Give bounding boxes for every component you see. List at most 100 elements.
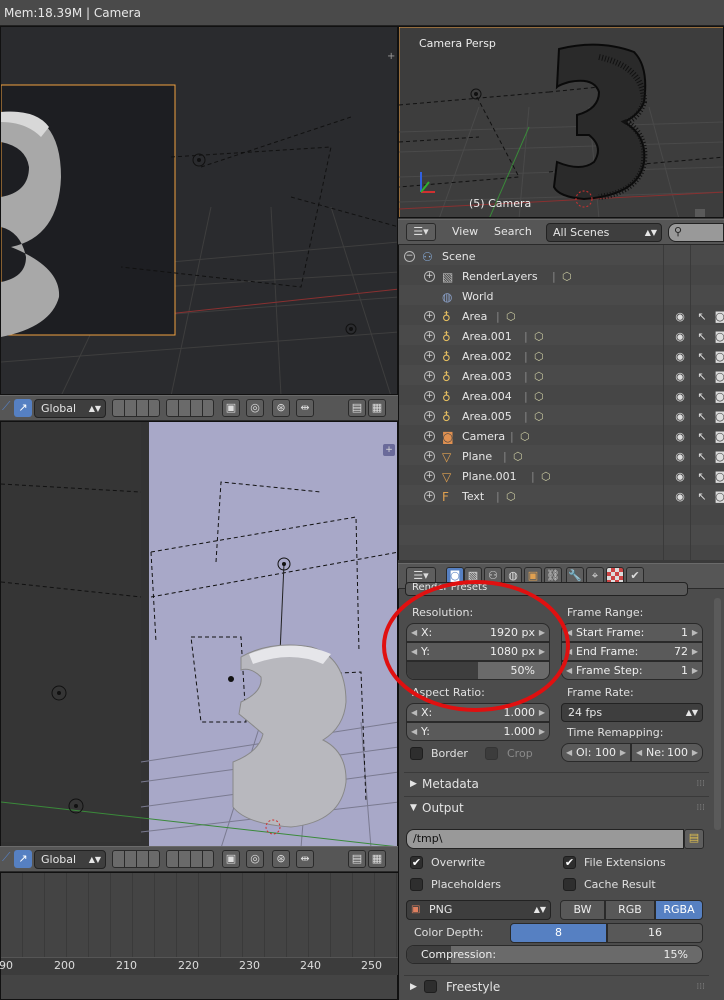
compression-slider[interactable]: Compression: 15%: [406, 945, 703, 964]
view-menu[interactable]: View: [452, 225, 478, 238]
camera-viewport[interactable]: Camera Persp (5) Camera: [398, 26, 724, 218]
renderable-camera-icon[interactable]: ◙: [714, 330, 724, 344]
renderable-camera-icon[interactable]: ◙: [714, 410, 724, 424]
snap-element-icon[interactable]: ⇹: [296, 850, 314, 868]
drag-handle-icon[interactable]: ⁞⁞⁞: [696, 797, 705, 819]
selectable-cursor-icon[interactable]: ↖: [696, 330, 708, 344]
object-data-icon[interactable]: ⬡: [520, 427, 530, 447]
object-data-icon[interactable]: ⬡: [534, 387, 544, 407]
frame-rate-select[interactable]: 24 fps ▲▼: [561, 703, 703, 722]
search-menu[interactable]: Search: [494, 225, 532, 238]
color-mode-bw-button[interactable]: BW: [560, 900, 605, 920]
visibility-eye-icon[interactable]: ◉: [674, 450, 686, 464]
end-frame-field[interactable]: ◀ End Frame: 72 ▶: [561, 642, 703, 661]
border-checkbox[interactable]: [410, 747, 423, 760]
render-presets-select[interactable]: Render Presets: [405, 582, 688, 596]
expand-icon[interactable]: +: [424, 411, 435, 422]
outliner-search-input[interactable]: ⚲: [668, 223, 724, 242]
crop-checkbox[interactable]: [485, 747, 498, 760]
editor-type-icon[interactable]: ☰▾: [406, 223, 436, 241]
color-mode-rgb-button[interactable]: RGB: [605, 900, 655, 920]
layers-grid-2[interactable]: [166, 399, 214, 417]
object-data-icon[interactable]: ⬡: [513, 447, 523, 467]
object-data-icon[interactable]: ⬡: [506, 487, 516, 507]
scene-filter-select[interactable]: All Scenes ▲▼: [546, 223, 662, 242]
outliner-item-area-005[interactable]: + ♁ Area.005 | ⬡ ◉ ↖ ◙: [400, 407, 724, 427]
selectable-cursor-icon[interactable]: ↖: [696, 390, 708, 404]
object-data-icon[interactable]: ⬡: [534, 407, 544, 427]
layers-grid-1[interactable]: [112, 850, 160, 868]
renderable-camera-icon[interactable]: ◙: [714, 310, 724, 324]
visibility-eye-icon[interactable]: ◉: [674, 410, 686, 424]
renderable-camera-icon[interactable]: ◙: [714, 350, 724, 364]
renderable-camera-icon[interactable]: ◙: [714, 470, 724, 484]
lock-camera-icon[interactable]: ▣: [222, 850, 240, 868]
overwrite-checkbox[interactable]: ✔: [410, 856, 423, 869]
pivot-icon[interactable]: ⟋: [2, 850, 12, 868]
freestyle-checkbox[interactable]: [424, 980, 437, 993]
expand-icon[interactable]: +: [424, 311, 435, 322]
object-data-icon[interactable]: ⬡: [534, 327, 544, 347]
selectable-cursor-icon[interactable]: ↖: [696, 490, 708, 504]
render-icon[interactable]: ▤: [348, 399, 366, 417]
transform-manipulator-icon[interactable]: ↗: [14, 399, 32, 417]
visibility-eye-icon[interactable]: ◉: [674, 470, 686, 484]
visibility-eye-icon[interactable]: ◉: [674, 370, 686, 384]
selectable-cursor-icon[interactable]: ↖: [696, 370, 708, 384]
renderable-camera-icon[interactable]: ◙: [714, 430, 724, 444]
visibility-eye-icon[interactable]: ◉: [674, 390, 686, 404]
properties-scrollbar[interactable]: [714, 598, 721, 830]
viewport-corner-widget[interactable]: +: [383, 444, 395, 456]
output-panel-header[interactable]: ▼ Output ⁞⁞⁞: [404, 796, 709, 818]
selectable-cursor-icon[interactable]: ↖: [696, 410, 708, 424]
viewport-top-left[interactable]: +: [0, 26, 398, 395]
selectable-cursor-icon[interactable]: ↖: [696, 350, 708, 364]
orientation-select[interactable]: Global ▲▼: [34, 399, 106, 418]
expand-icon[interactable]: +: [424, 351, 435, 362]
resolution-percentage-slider[interactable]: 50%: [406, 661, 550, 680]
expand-icon[interactable]: +: [424, 471, 435, 482]
color-mode-rgba-button[interactable]: RGBA: [655, 900, 703, 920]
snap-element-icon[interactable]: ⇹: [296, 399, 314, 417]
outliner-item-area-001[interactable]: + ♁ Area.001 | ⬡ ◉ ↖ ◙: [400, 327, 724, 347]
viewport-bottom-left[interactable]: +: [0, 421, 398, 847]
outliner-item-area-004[interactable]: + ♁ Area.004 | ⬡ ◉ ↖ ◙: [400, 387, 724, 407]
layers-grid-1[interactable]: [112, 399, 160, 417]
time-remap-new-field[interactable]: ◀ Ne: 100 ▶: [631, 743, 703, 762]
outliner-item-renderlayers[interactable]: + ▧ RenderLayers | ⬡: [400, 267, 724, 287]
transform-manipulator-icon[interactable]: ↗: [14, 850, 32, 868]
expand-icon[interactable]: +: [424, 451, 435, 462]
drag-handle-icon[interactable]: ⁞⁞⁞: [696, 773, 705, 795]
selectable-cursor-icon[interactable]: ↖: [696, 450, 708, 464]
render-icon[interactable]: ▤: [348, 850, 366, 868]
expand-icon[interactable]: +: [424, 271, 435, 282]
outliner-item-camera[interactable]: + ◙ Camera | ⬡ ◉ ↖ ◙: [400, 427, 724, 447]
selectable-cursor-icon[interactable]: ↖: [696, 430, 708, 444]
folder-browse-icon[interactable]: ▤: [684, 829, 704, 849]
timeline-editor[interactable]: 90 200 210 220 230 240 250: [0, 872, 399, 1000]
outliner-item-area-003[interactable]: + ♁ Area.003 | ⬡ ◉ ↖ ◙: [400, 367, 724, 387]
color-depth-8-button[interactable]: 8: [510, 923, 607, 943]
resolution-x-field[interactable]: ◀ X: 1920 px ▶: [406, 623, 550, 642]
expand-icon[interactable]: +: [424, 431, 435, 442]
renderable-camera-icon[interactable]: ◙: [714, 390, 724, 404]
aspect-x-field[interactable]: ◀ X: 1.000 ▶: [406, 703, 550, 722]
outliner-item-world[interactable]: ◍ World: [400, 287, 724, 307]
placeholders-checkbox[interactable]: [410, 878, 423, 891]
outliner-item-area-002[interactable]: + ♁ Area.002 | ⬡ ◉ ↖ ◙: [400, 347, 724, 367]
outliner-item-plane[interactable]: + ▽ Plane | ⬡ ◉ ↖ ◙: [400, 447, 724, 467]
cache-result-checkbox[interactable]: [563, 878, 576, 891]
collapse-icon[interactable]: −: [404, 251, 415, 262]
visibility-eye-icon[interactable]: ◉: [674, 430, 686, 444]
expand-icon[interactable]: +: [424, 391, 435, 402]
orientation-select[interactable]: Global ▲▼: [34, 850, 106, 869]
freestyle-panel-header[interactable]: ▶ Freestyle ⁞⁞⁞: [404, 975, 709, 997]
object-data-icon[interactable]: ⬡: [506, 307, 516, 327]
object-data-icon[interactable]: ⬡: [534, 347, 544, 367]
file-extensions-checkbox[interactable]: ✔: [563, 856, 576, 869]
visibility-eye-icon[interactable]: ◉: [674, 490, 686, 504]
renderable-camera-icon[interactable]: ◙: [714, 450, 724, 464]
object-data-icon[interactable]: ⬡: [541, 467, 551, 487]
proportional-edit-icon[interactable]: ◎: [246, 399, 264, 417]
layers-grid-2[interactable]: [166, 850, 214, 868]
